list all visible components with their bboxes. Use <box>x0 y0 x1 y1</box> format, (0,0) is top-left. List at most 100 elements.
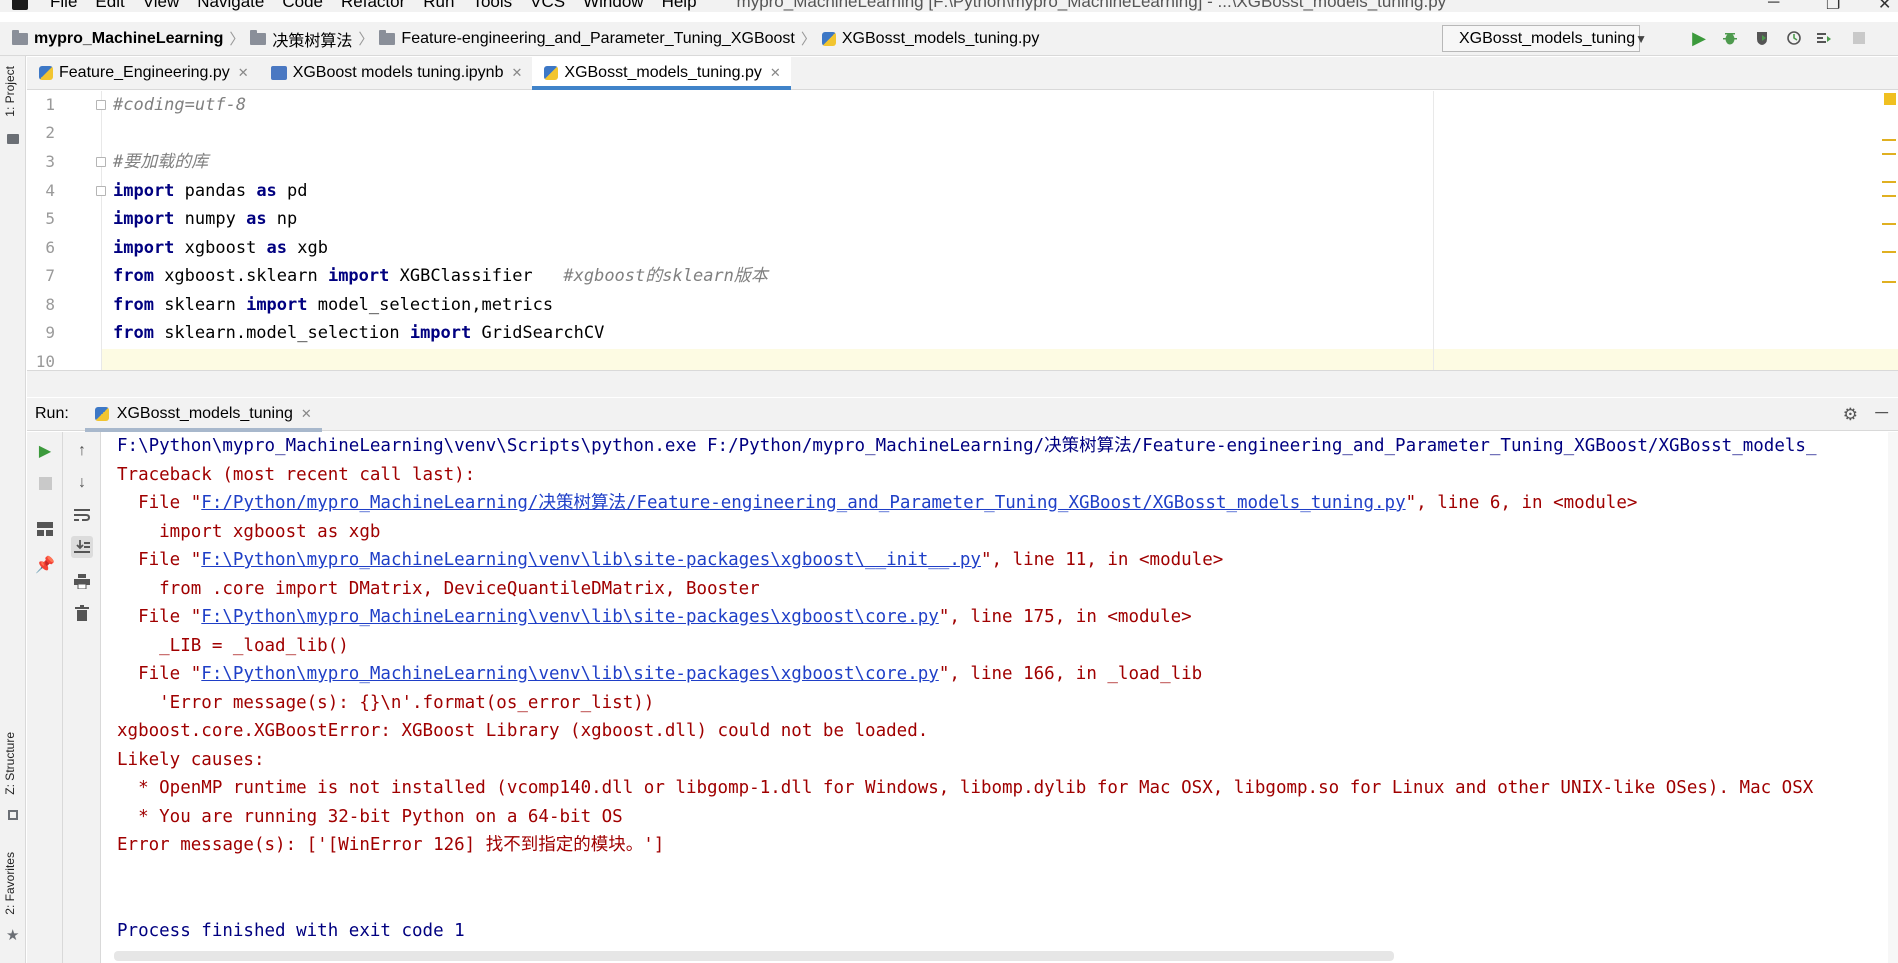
minimize-icon[interactable]: ─ <box>1768 0 1779 12</box>
console-traceback: Traceback (most recent call last): <box>117 465 476 485</box>
fold-marker-icon[interactable] <box>96 186 106 196</box>
code-line-3: #要加载的库 <box>113 152 209 172</box>
tab-label: XGBoost models tuning.ipynb <box>292 64 504 81</box>
run-label: Run: <box>35 405 69 422</box>
hide-panel-icon[interactable]: ─ <box>1875 402 1888 423</box>
run-toolbar-secondary: ↑ ↓ <box>63 432 101 963</box>
console-file-link[interactable]: F:\Python\mypro_MachineLearning\venv\lib… <box>201 607 939 627</box>
editor-tab-bar: Feature_Engineering.py ✕ XGBoost models … <box>27 57 1898 90</box>
gear-icon[interactable]: ⚙ <box>1843 405 1858 425</box>
project-tool-tab[interactable]: 1: Project <box>3 66 17 117</box>
run-configuration-select[interactable]: XGBosst_models_tuning ▼ <box>1442 25 1647 52</box>
run-tool-window-header: Run: XGBosst_models_tuning ✕ ⚙ ─ <box>27 397 1898 432</box>
debug-bug-icon[interactable] <box>1721 29 1739 47</box>
error-stripe-mark[interactable] <box>1882 251 1896 253</box>
menu-vcs[interactable]: VCS <box>530 0 565 12</box>
close-icon[interactable]: ✕ <box>301 406 312 422</box>
menu-code[interactable]: Code <box>282 0 323 12</box>
breadcrumb: mypro_MachineLearning 〉 决策树算法 〉 Feature-… <box>12 27 1039 51</box>
console-file-link[interactable]: F:\Python\mypro_MachineLearning\venv\lib… <box>201 664 939 684</box>
error-stripe-mark[interactable] <box>1882 139 1896 141</box>
error-stripe-mark[interactable] <box>1882 281 1896 283</box>
close-icon[interactable]: ✕ <box>238 65 249 81</box>
tab-feature-engineering[interactable]: Feature_Engineering.py ✕ <box>27 57 259 89</box>
breadcrumb-file[interactable]: XGBosst_models_tuning.py <box>842 30 1039 48</box>
console-cause-2: * You are running 32-bit Python on a 64-… <box>117 807 623 827</box>
layout-icon[interactable] <box>34 518 56 540</box>
editor-bottom-spacer <box>27 370 1898 397</box>
close-icon[interactable]: ✕ <box>770 65 781 81</box>
console-file-link[interactable]: F:/Python/mypro_MachineLearning/决策树算法/Fe… <box>201 493 1405 513</box>
code-editor[interactable]: 1 2 3 4 5 6 7 8 9 10 #coding=utf-8 #要加载的… <box>27 91 1898 371</box>
console-cause-1: * OpenMP runtime is not installed (vcomp… <box>117 778 1814 798</box>
folder-icon <box>379 29 396 45</box>
run-toolbar-primary: ▶ 📌 <box>27 432 63 963</box>
line-number: 5 <box>45 209 55 228</box>
arrow-down-icon[interactable]: ↓ <box>71 472 93 494</box>
print-icon[interactable] <box>71 570 93 592</box>
breadcrumb-project[interactable]: mypro_MachineLearning <box>34 30 223 48</box>
console-error-message: Error message(s): ['[WinError 126] 找不到指定… <box>117 835 665 855</box>
favorites-tool-tab[interactable]: 2: Favorites <box>3 852 17 915</box>
chevron-down-icon: ▼ <box>1635 31 1647 46</box>
console-frame-1: File "F:/Python/mypro_MachineLearning/决策… <box>117 493 1638 513</box>
arrow-up-icon[interactable]: ↑ <box>71 440 93 462</box>
run-tab[interactable]: XGBosst_models_tuning ✕ <box>84 397 322 432</box>
soft-wrap-icon[interactable] <box>71 504 93 526</box>
line-number: 3 <box>45 152 55 171</box>
trash-icon[interactable] <box>71 602 93 624</box>
close-icon[interactable]: ✕ <box>511 65 522 81</box>
console-vertical-scrollbar[interactable] <box>1888 432 1898 963</box>
profile-icon[interactable] <box>1785 29 1803 47</box>
error-stripe-mark[interactable] <box>1882 181 1896 183</box>
line-number: 8 <box>45 295 55 314</box>
line-number: 2 <box>45 123 55 142</box>
code-line-1: #coding=utf-8 <box>113 95 247 115</box>
fold-marker-icon[interactable] <box>96 157 106 167</box>
fold-marker-icon[interactable] <box>96 100 106 110</box>
console-file-link[interactable]: F:\Python\mypro_MachineLearning\venv\lib… <box>201 550 981 570</box>
window-title: mypro_MachineLearning [F:\Python\mypro_M… <box>736 0 1447 11</box>
breadcrumb-folder-1[interactable]: 决策树算法 <box>272 27 352 51</box>
console-exit-status: Process finished with exit code 1 <box>117 921 465 941</box>
run-console-output[interactable]: F:\Python\mypro_MachineLearning\venv\Scr… <box>102 432 1898 952</box>
line-number: 10 <box>35 352 55 371</box>
menu-run[interactable]: Run <box>423 0 454 12</box>
error-stripe-mark[interactable] <box>1882 153 1896 155</box>
concurrency-diagram-icon[interactable] <box>1815 29 1833 47</box>
maximize-icon[interactable]: ❐ <box>1826 0 1840 12</box>
close-window-icon[interactable]: ✕ <box>1878 0 1891 12</box>
rerun-icon[interactable]: ▶ <box>34 440 56 462</box>
breadcrumb-folder-2[interactable]: Feature-engineering_and_Parameter_Tuning… <box>401 30 794 48</box>
menu-tools[interactable]: Tools <box>472 0 512 12</box>
code-line-7: from xgboost.sklearn import XGBClassifie… <box>113 266 768 286</box>
line-number-gutter: 1 2 3 4 5 6 7 8 9 10 <box>27 91 106 371</box>
line-number: 1 <box>45 95 55 114</box>
menu-navigate[interactable]: Navigate <box>197 0 264 12</box>
structure-tool-tab[interactable]: Z: Structure <box>3 732 17 795</box>
console-likely-causes: Likely causes: <box>117 750 265 770</box>
error-stripe-mark[interactable] <box>1882 223 1896 225</box>
menu-help[interactable]: Help <box>662 0 697 12</box>
run-with-coverage-icon[interactable] <box>1753 29 1771 47</box>
console-horizontal-scrollbar[interactable] <box>114 951 1394 961</box>
menu-edit[interactable]: Edit <box>95 0 124 12</box>
menu-refactor[interactable]: Refactor <box>341 0 405 12</box>
menu-file[interactable]: File <box>50 0 77 12</box>
stop-icon[interactable] <box>34 472 56 494</box>
console-frame-2-code: from .core import DMatrix, DeviceQuantil… <box>117 579 760 599</box>
folder-icon <box>12 29 28 45</box>
warning-indicator-icon[interactable] <box>1884 93 1896 105</box>
menu-window[interactable]: Window <box>583 0 643 12</box>
pin-icon[interactable]: 📌 <box>34 554 56 576</box>
menu-view[interactable]: View <box>143 0 180 12</box>
tab-xgbosst-models-tuning[interactable]: XGBosst_models_tuning.py ✕ <box>532 57 792 90</box>
stop-icon[interactable] <box>1850 29 1868 47</box>
structure-icon <box>8 810 18 820</box>
console-frame-1-code: import xgboost as xgb <box>117 522 381 542</box>
tab-xgboost-notebook[interactable]: XGBoost models tuning.ipynb ✕ <box>259 57 533 89</box>
line-number: 7 <box>45 266 55 285</box>
run-play-icon[interactable]: ▶ <box>1690 28 1708 48</box>
error-stripe-mark[interactable] <box>1882 195 1896 197</box>
scroll-to-end-icon[interactable] <box>71 536 93 558</box>
